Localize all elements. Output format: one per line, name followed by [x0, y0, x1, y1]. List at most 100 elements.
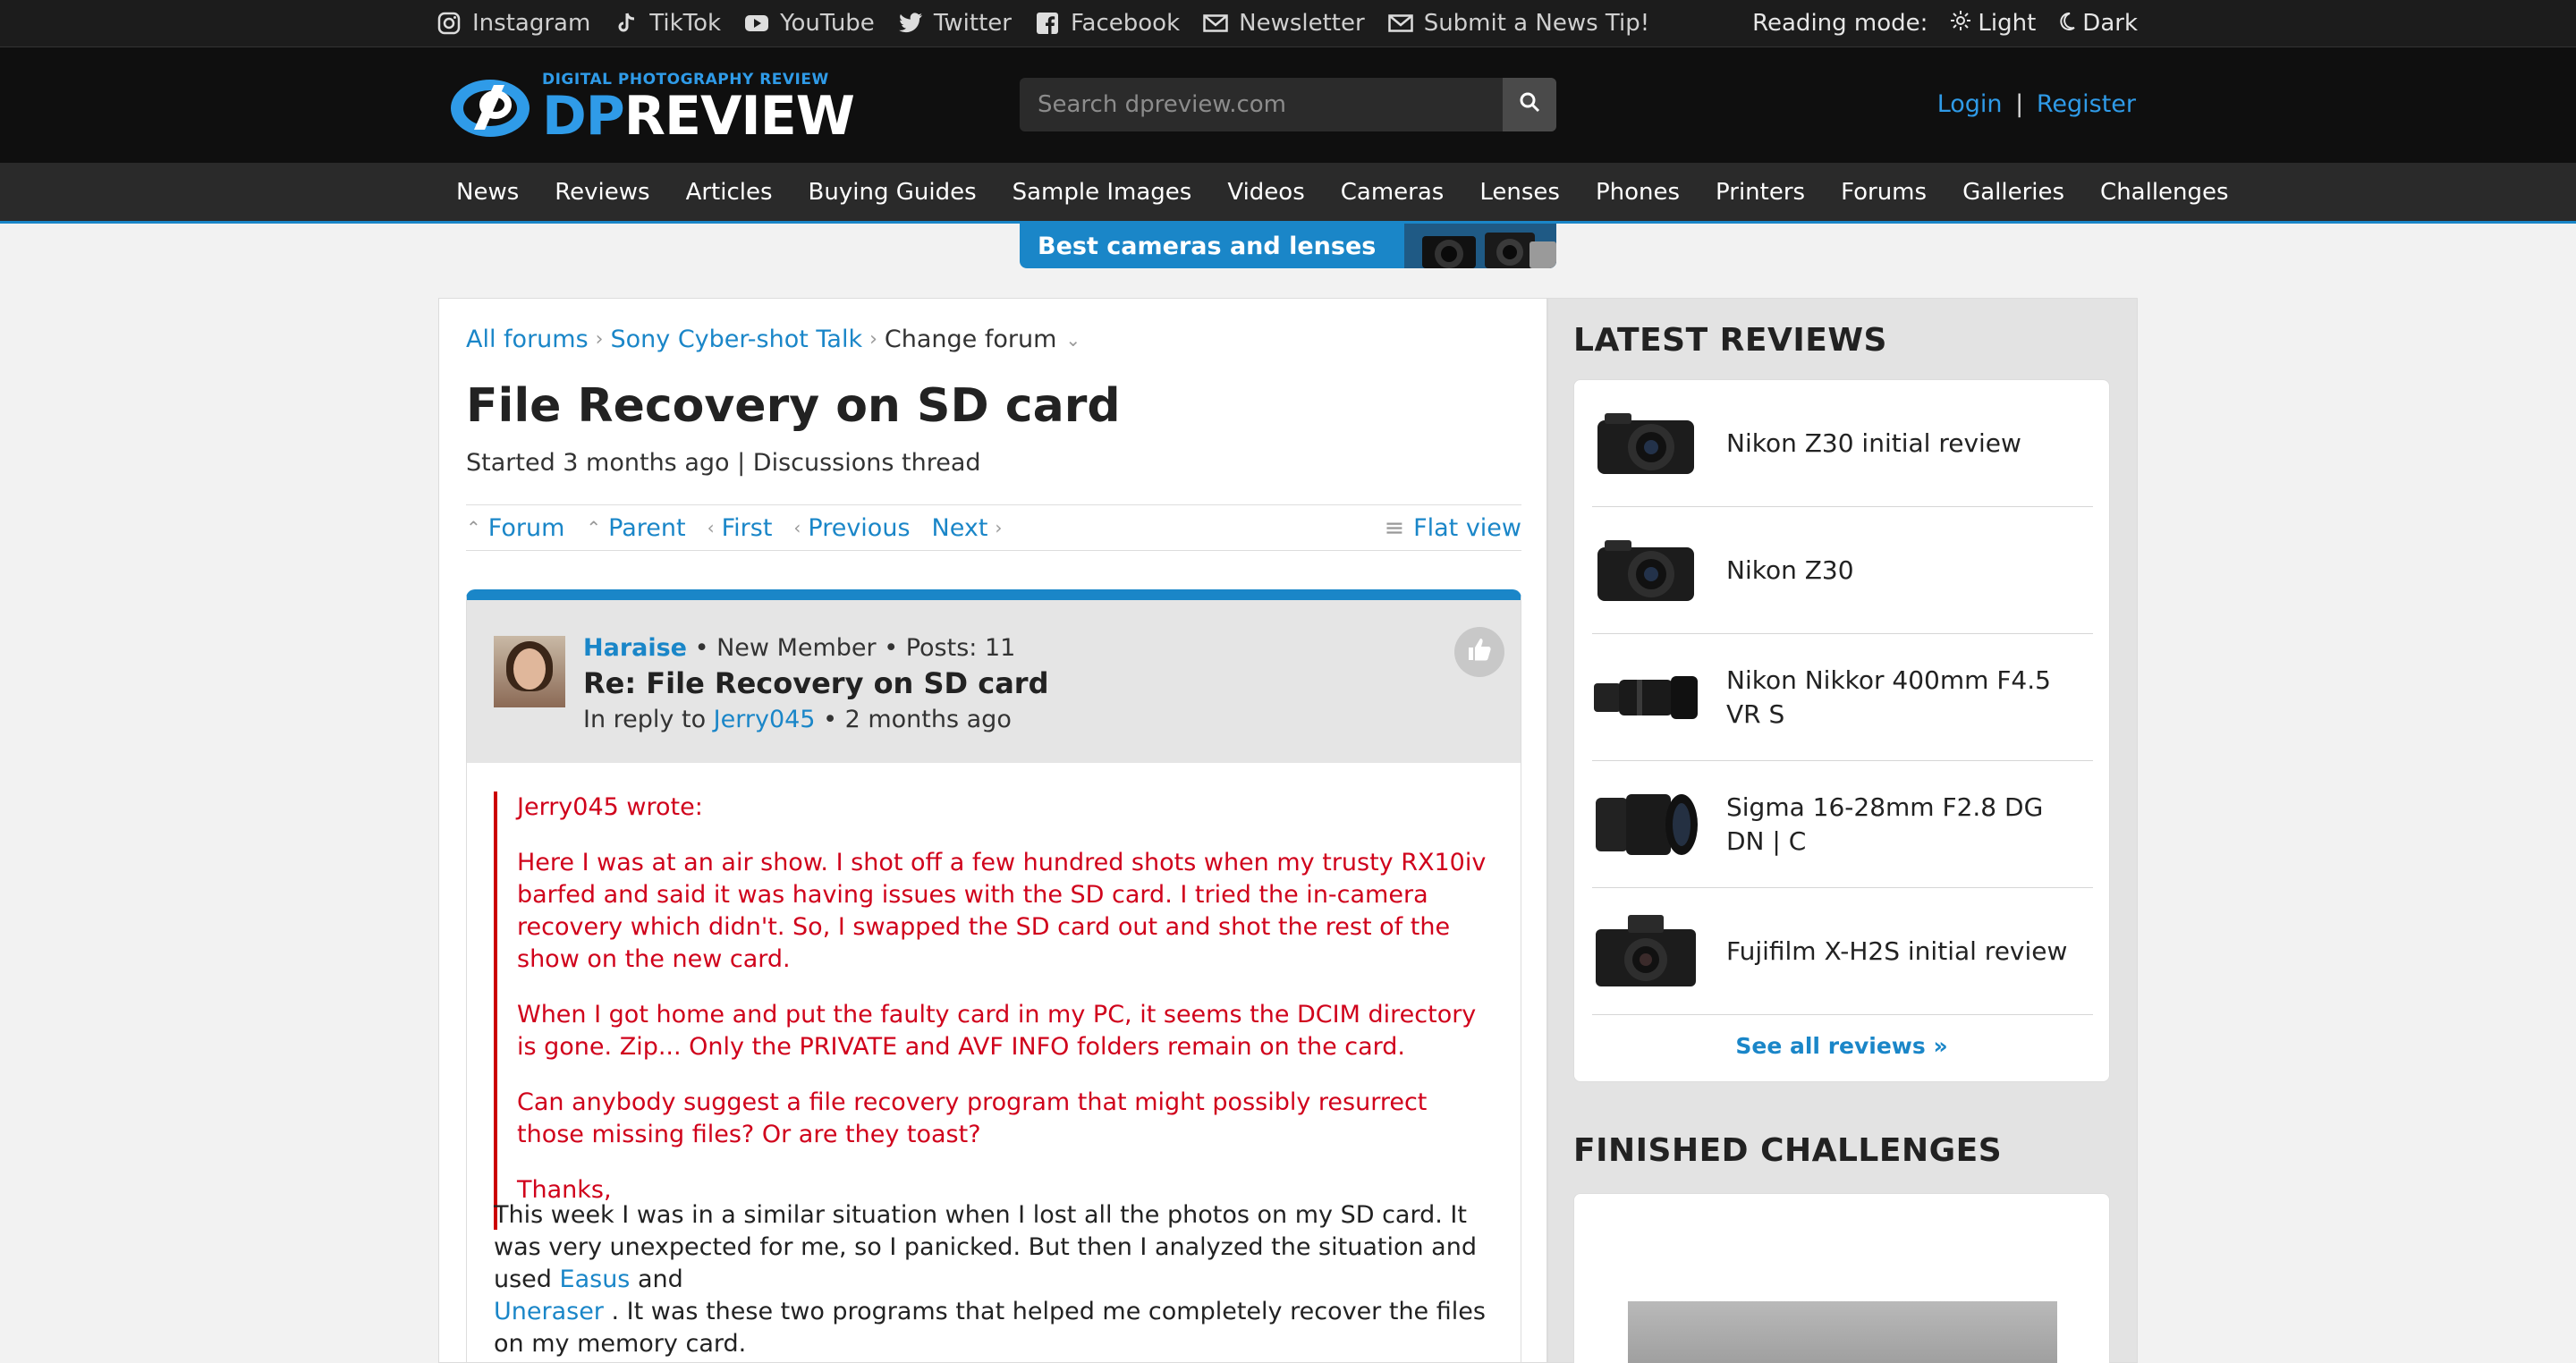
nav-first-link[interactable]: ‹ First — [708, 514, 773, 542]
change-forum-label: Change forum — [884, 326, 1057, 353]
newsletter-link[interactable]: Newsletter — [1203, 10, 1365, 37]
review-name: Nikon Z30 — [1726, 555, 1854, 585]
nav-sample-images[interactable]: Sample Images — [1013, 179, 1192, 206]
dpreview-logo[interactable]: DIGITAL PHOTOGRAPHY REVIEW DPREVIEW — [447, 72, 855, 143]
reply-time: • 2 months ago — [815, 706, 1012, 733]
nav-forums[interactable]: Forums — [1841, 179, 1927, 206]
main-nav: News Reviews Articles Buying Guides Samp… — [0, 163, 2576, 224]
twitter-icon — [898, 11, 923, 36]
moon-icon — [2059, 10, 2075, 37]
nav-forum-link[interactable]: ⌃ Forum — [466, 514, 564, 542]
review-item[interactable]: Nikon Z30 — [1592, 507, 2093, 634]
breadcrumb-all-forums[interactable]: All forums — [466, 326, 589, 353]
instagram-link[interactable]: Instagram — [436, 10, 590, 37]
reply-to-link[interactable]: Jerry045 — [714, 706, 816, 733]
nav-galleries[interactable]: Galleries — [1962, 179, 2064, 206]
nav-next-link[interactable]: Next › — [932, 514, 1003, 542]
change-forum-dropdown[interactable]: Change forum ⌄ — [885, 326, 1080, 353]
logo-dp: DP — [542, 85, 625, 148]
news-tip-link[interactable]: Submit a News Tip! — [1387, 10, 1649, 37]
review-name: Fujifilm X-H2S initial review — [1726, 935, 2068, 966]
thread-meta: Started 3 months ago | Discussions threa… — [466, 449, 981, 477]
register-link[interactable]: Register — [2037, 90, 2136, 118]
newsletter-label: Newsletter — [1239, 10, 1365, 37]
author-meta: • New Member • Posts: 11 — [687, 634, 1016, 662]
thumbs-up-icon — [1466, 636, 1493, 669]
nav-lenses[interactable]: Lenses — [1479, 179, 1560, 206]
nav-parent-link[interactable]: ⌃ Parent — [586, 514, 685, 542]
sun-icon — [1951, 10, 1971, 37]
quote-paragraph: Can anybody suggest a file recovery prog… — [517, 1088, 1428, 1148]
light-mode-label: Light — [1978, 10, 2037, 37]
nav-videos[interactable]: Videos — [1227, 179, 1304, 206]
thread-navigation: ⌃ Forum ⌃ Parent ‹ First ‹ Previous Next › ≡ F… — [466, 504, 1521, 551]
latest-reviews-heading: LATEST REVIEWS — [1573, 322, 1887, 359]
finished-challenges-heading: FINISHED CHALLENGES — [1573, 1132, 2003, 1169]
chevron-up-icon: ⌃ — [466, 517, 481, 538]
dark-mode-label: Dark — [2082, 10, 2138, 37]
review-item[interactable]: Fujifilm X-H2S initial review — [1592, 888, 2093, 1015]
youtube-link[interactable]: YouTube — [744, 10, 875, 37]
list-icon: ≡ — [1384, 513, 1405, 542]
challenge-photo[interactable] — [1628, 1301, 2057, 1363]
like-button[interactable] — [1454, 627, 1504, 677]
reading-mode: Reading mode: Light Dark — [1752, 0, 2138, 47]
finished-challenges-card — [1573, 1193, 2110, 1363]
thread-title: File Recovery on SD card — [466, 379, 1121, 433]
nav-phones[interactable]: Phones — [1596, 179, 1680, 206]
search-input[interactable] — [1020, 78, 1503, 131]
instagram-icon — [436, 11, 462, 36]
facebook-link[interactable]: Facebook — [1035, 10, 1180, 37]
promo-banner[interactable]: Best cameras and lenses — [1020, 224, 1556, 268]
review-item[interactable]: Nikon Z30 initial review — [1592, 380, 2093, 507]
avatar[interactable] — [494, 636, 565, 707]
breadcrumb-forum[interactable]: Sony Cyber-shot Talk — [610, 326, 862, 353]
site-header: DIGITAL PHOTOGRAPHY REVIEW DPREVIEW Logi… — [0, 47, 2576, 163]
nav-printers[interactable]: Printers — [1716, 179, 1805, 206]
nav-cameras[interactable]: Cameras — [1341, 179, 1445, 206]
nav-first-label: First — [721, 513, 773, 542]
flat-view-label: Flat view — [1413, 513, 1521, 542]
post-text: . It was these two programs that helped … — [494, 1298, 1486, 1358]
nav-next-label: Next — [931, 513, 988, 542]
camera-thumbnail — [1592, 403, 1699, 484]
post-title: Re: File Recovery on SD card — [583, 666, 1049, 700]
chevron-down-icon: ⌄ — [1065, 328, 1081, 351]
chevron-right-icon: › — [995, 517, 1003, 538]
author-link[interactable]: Haraise — [583, 634, 687, 662]
easus-link[interactable]: Easus — [560, 1266, 631, 1293]
twitter-link[interactable]: Twitter — [898, 10, 1012, 37]
light-mode-toggle[interactable]: Light — [1944, 10, 2036, 37]
lens-thumbnail — [1592, 657, 1699, 738]
search-button[interactable] — [1503, 78, 1556, 131]
nav-forum-label: Forum — [487, 513, 565, 542]
youtube-icon — [744, 11, 769, 36]
nav-previous-link[interactable]: ‹ Previous — [793, 514, 910, 542]
chevron-right-icon: › — [595, 328, 604, 351]
flat-view-link[interactable]: ≡ Flat view — [1384, 514, 1521, 542]
uneraser-link[interactable]: Uneraser — [494, 1298, 604, 1325]
logo-review: REVIEW — [623, 85, 855, 148]
review-item[interactable]: Sigma 16-28mm F2.8 DG DN | C — [1592, 761, 2093, 888]
tiktok-label: TikTok — [649, 10, 722, 37]
facebook-label: Facebook — [1070, 10, 1181, 37]
review-name: Nikon Z30 initial review — [1726, 428, 2021, 458]
nav-buying-guides[interactable]: Buying Guides — [809, 179, 977, 206]
nav-challenges[interactable]: Challenges — [2100, 179, 2229, 206]
dark-mode-toggle[interactable]: Dark — [2052, 10, 2138, 37]
review-item[interactable]: Nikon Nikkor 400mm F4.5 VR S — [1592, 634, 2093, 761]
nav-news[interactable]: News — [456, 179, 519, 206]
nav-reviews[interactable]: Reviews — [555, 179, 649, 206]
nav-previous-label: Previous — [808, 513, 911, 542]
quote-paragraph: Here I was at an air show. I shot off a … — [517, 849, 1487, 973]
search-icon — [1518, 90, 1541, 120]
auth-links: Login | Register — [1937, 90, 2136, 118]
see-all-reviews-link[interactable]: See all reviews » — [1574, 1033, 2109, 1059]
post-text: and — [630, 1266, 683, 1293]
nav-articles[interactable]: Articles — [686, 179, 773, 206]
login-link[interactable]: Login — [1937, 90, 2003, 118]
breadcrumb: All forums › Sony Cyber-shot Talk › Chan… — [466, 326, 1080, 353]
tiktok-icon — [614, 11, 639, 36]
chevron-left-icon: ‹ — [707, 517, 715, 538]
tiktok-link[interactable]: TikTok — [614, 10, 721, 37]
